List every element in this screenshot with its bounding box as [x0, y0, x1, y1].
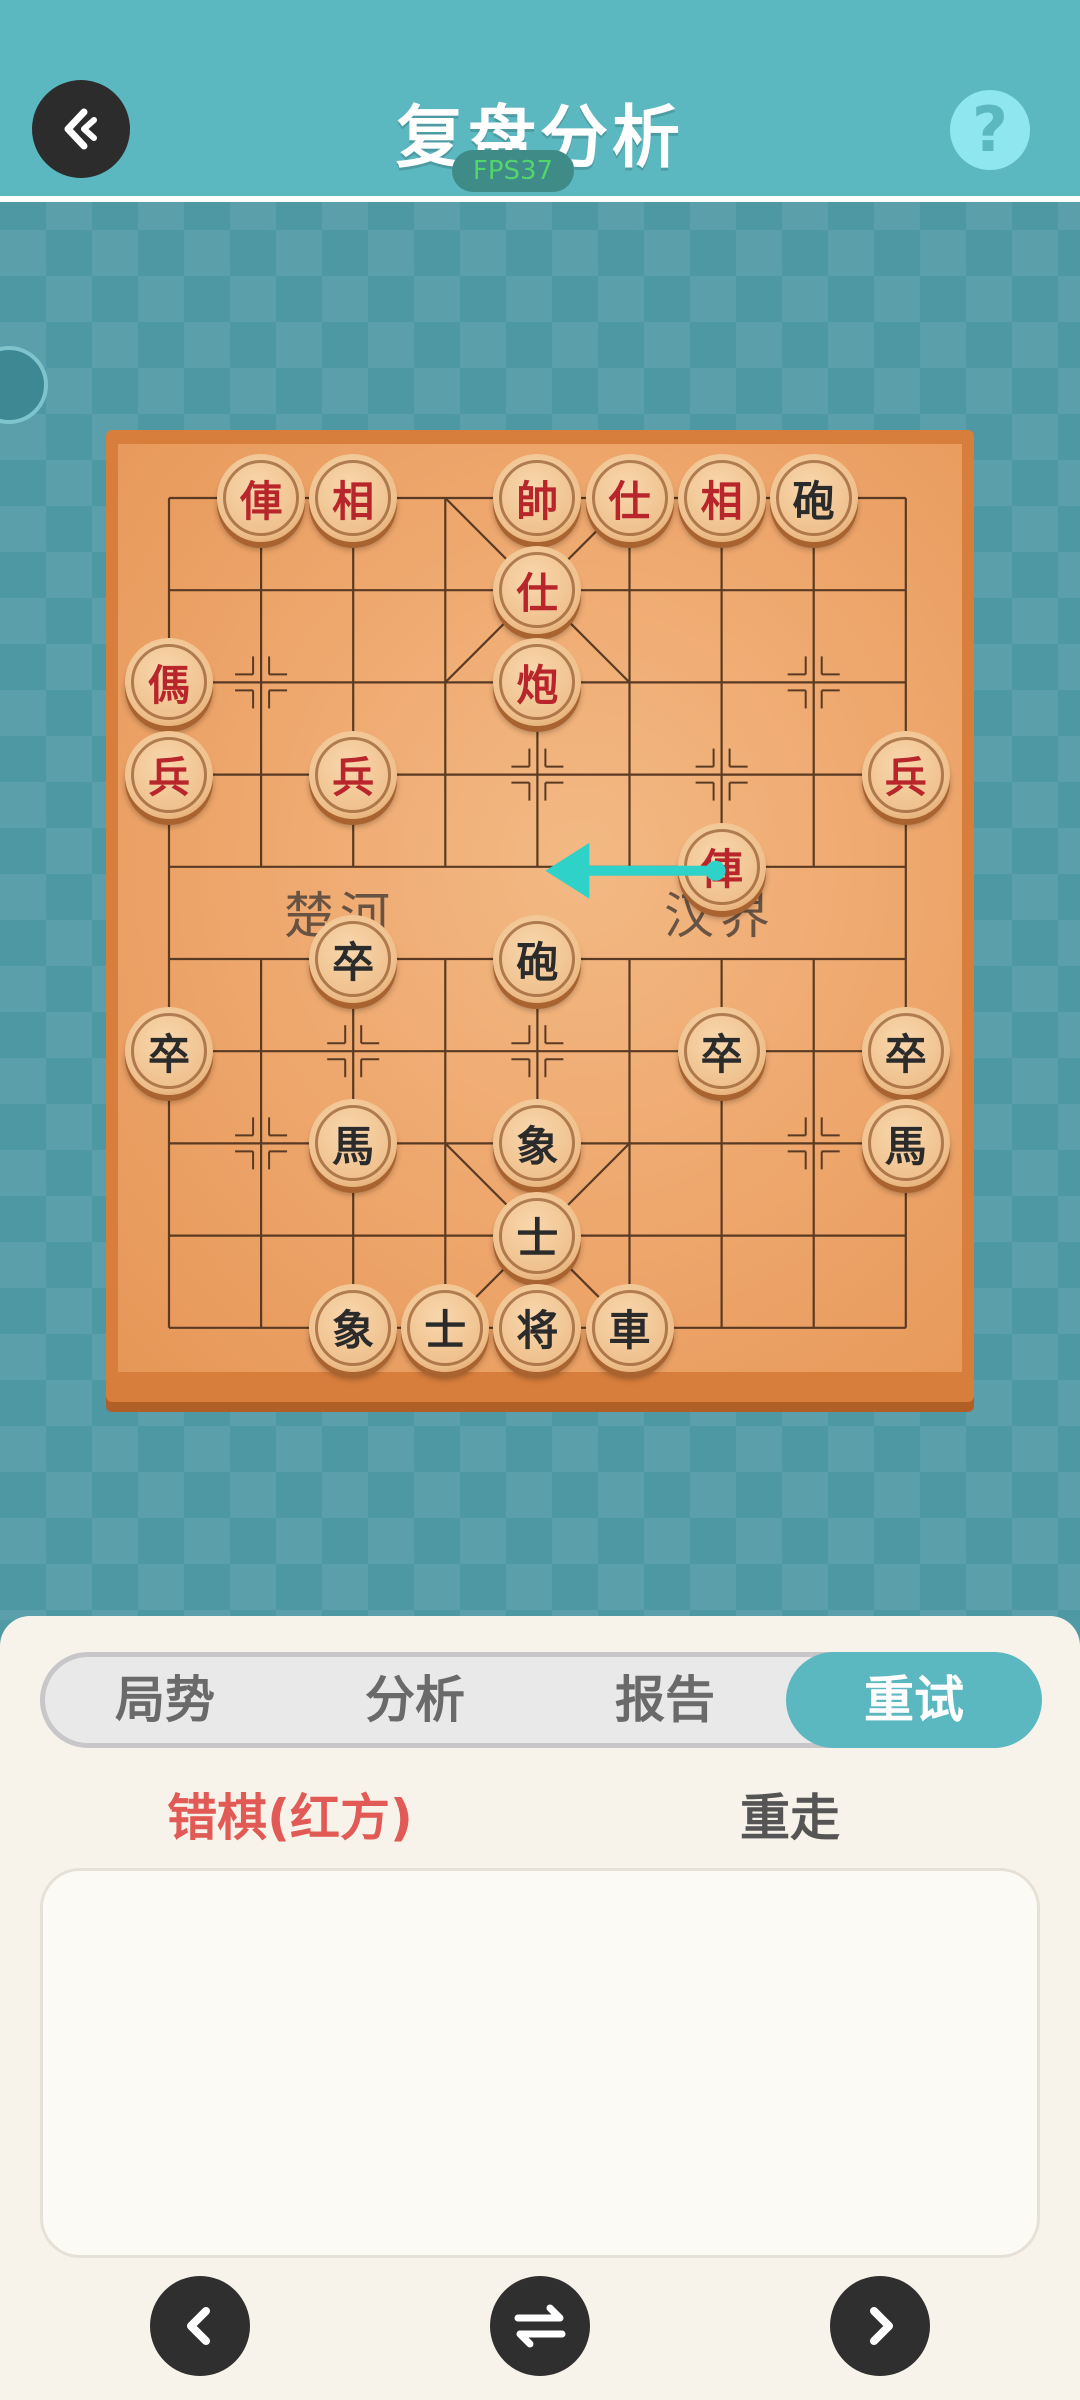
redo-button[interactable]: 重走	[640, 1778, 940, 1850]
tab-retry[interactable]: 重试	[786, 1652, 1042, 1748]
tab-report[interactable]: 报告	[580, 1652, 750, 1748]
tab-analysis[interactable]: 分析	[330, 1652, 500, 1748]
last-move-arrow	[545, 842, 726, 899]
mistake-label: 错棋(红方)	[167, 1789, 413, 1847]
analysis-text-area	[40, 1868, 1040, 2258]
arrow-origin-dot	[705, 860, 726, 881]
prev-move-button[interactable]	[150, 2276, 250, 2376]
chevron-right-icon	[870, 2307, 893, 2345]
swap-arrows-icon	[514, 2304, 566, 2348]
swap-sides-button[interactable]	[490, 2276, 590, 2376]
arrow-head	[545, 842, 590, 899]
chevron-left-icon	[187, 2307, 210, 2345]
tab-situation[interactable]: 局势	[80, 1652, 250, 1748]
next-move-button[interactable]	[830, 2276, 930, 2376]
